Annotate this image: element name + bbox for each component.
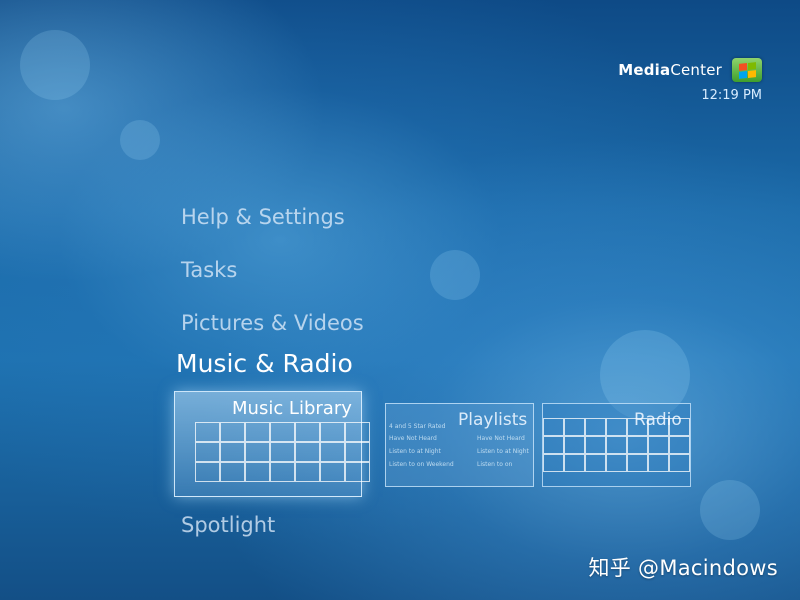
tile-playlists[interactable]: 4 and 5 Star Rated Have Not Heard Listen… xyxy=(385,403,534,487)
menu-item-music-radio[interactable]: Music & Radio xyxy=(176,349,353,378)
playlist-item: Have Not Heard xyxy=(477,435,525,442)
playlist-item: Listen to at Night xyxy=(477,448,529,455)
watermark: 知乎 @Macindows xyxy=(588,556,778,580)
background-bokeh xyxy=(430,250,480,300)
windows-logo-icon[interactable] xyxy=(732,58,762,82)
brand-title: MediaCenter xyxy=(618,61,722,79)
background-bokeh xyxy=(20,30,90,100)
playlist-item: Listen to at Night xyxy=(389,448,441,455)
playlist-item: Listen to on xyxy=(477,461,513,468)
header: MediaCenter 12:19 PM xyxy=(618,58,762,103)
radio-grid xyxy=(543,418,690,472)
menu-item-spotlight[interactable]: Spotlight xyxy=(181,513,275,537)
brand-title-bold: Media xyxy=(618,61,671,79)
background-bokeh xyxy=(700,480,760,540)
tile-label: Playlists xyxy=(458,410,528,430)
clock: 12:19 PM xyxy=(701,88,762,103)
playlist-item: 4 and 5 Star Rated xyxy=(389,423,446,430)
album-grid xyxy=(195,422,370,484)
menu-item-pictures-videos[interactable]: Pictures & Videos xyxy=(181,311,364,335)
tile-radio[interactable]: Radio xyxy=(542,403,691,487)
tile-label: Music Library xyxy=(232,398,352,419)
tile-music-library[interactable]: Music Library xyxy=(174,391,370,497)
playlist-item: Listen to on Weekend xyxy=(389,461,454,468)
playlist-item: Have Not Heard xyxy=(389,435,437,442)
brand-title-regular: Center xyxy=(670,61,722,79)
background-bokeh xyxy=(120,120,160,160)
menu-item-tasks[interactable]: Tasks xyxy=(181,258,237,282)
brand: MediaCenter xyxy=(618,58,762,82)
menu-item-help-settings[interactable]: Help & Settings xyxy=(181,205,345,229)
